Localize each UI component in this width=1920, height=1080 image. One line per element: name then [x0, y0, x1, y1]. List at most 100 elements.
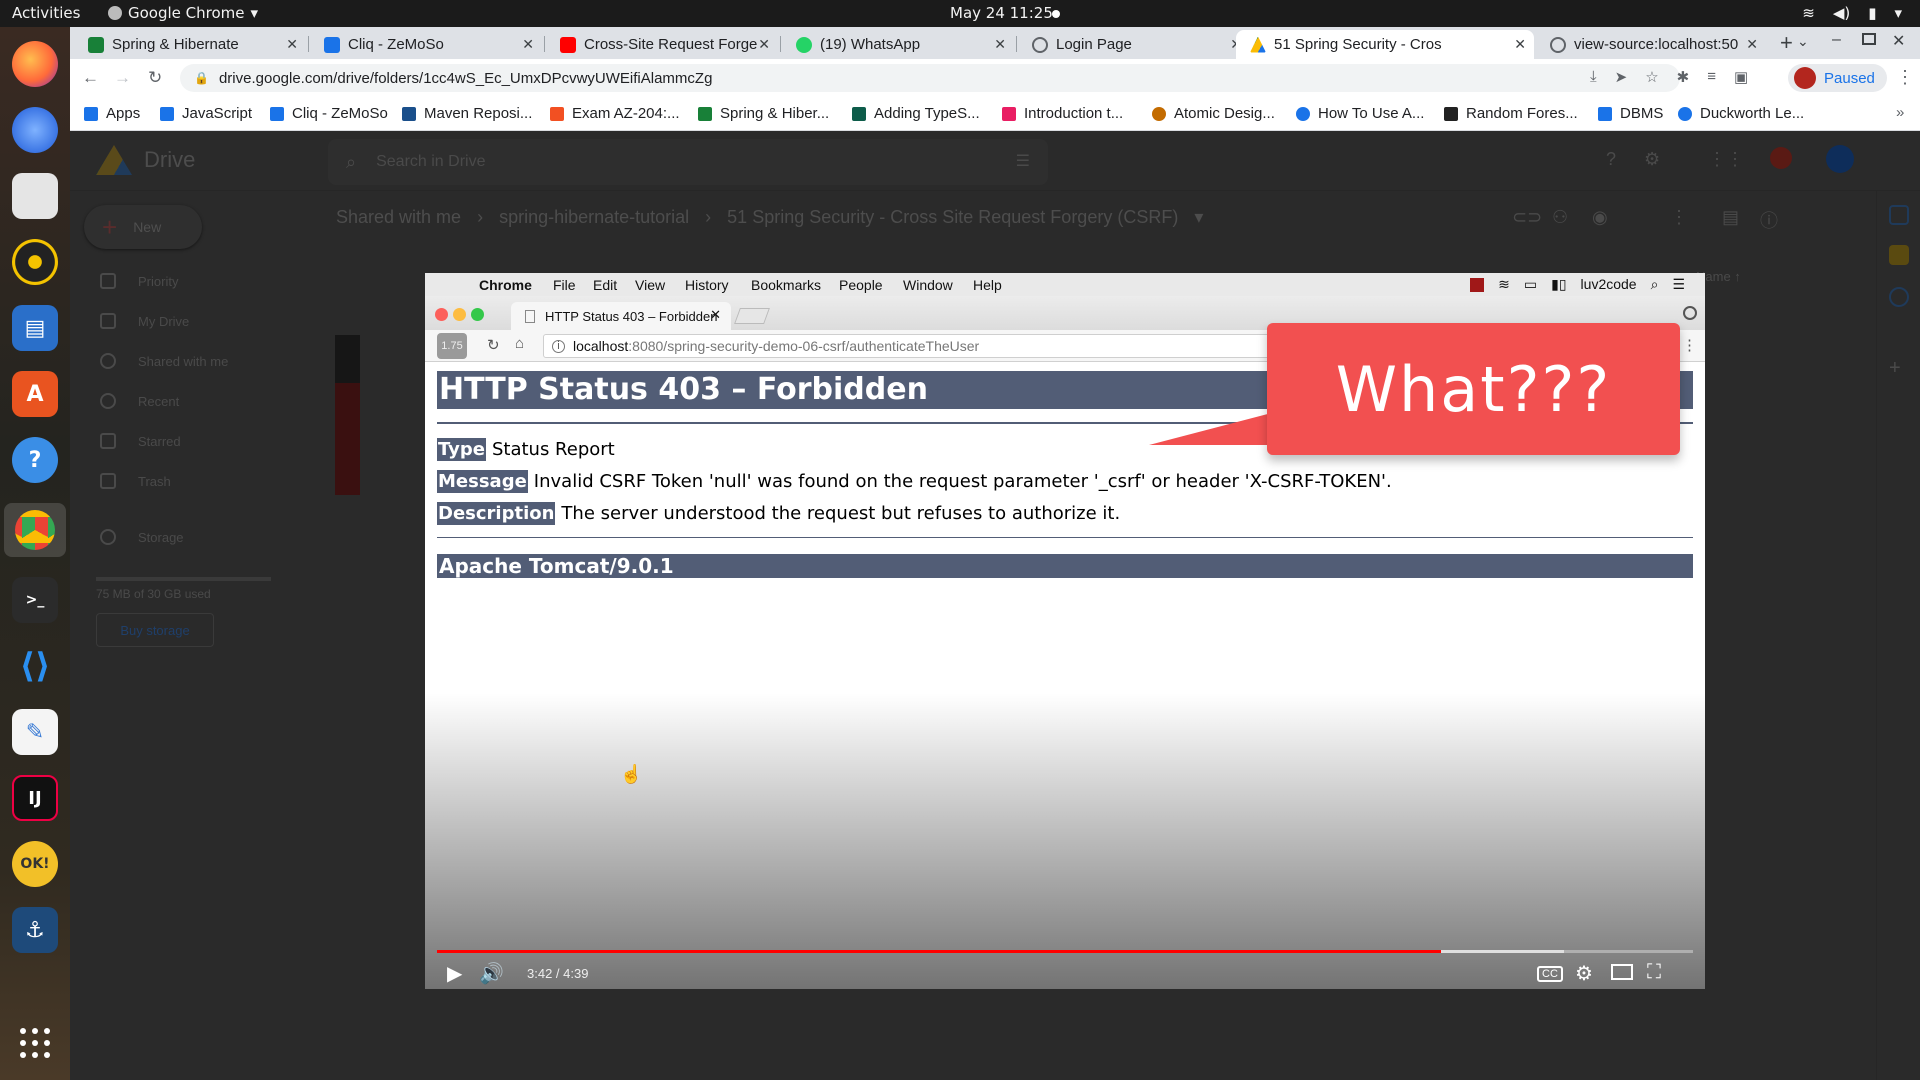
- sidebar-item-storage[interactable]: Storage: [100, 529, 184, 545]
- show-applications-icon[interactable]: [20, 1028, 50, 1058]
- tab-csrf-youtube[interactable]: Cross-Site Request Forge ✕: [546, 30, 778, 59]
- system-tray[interactable]: ≋ ◀) ▮ ▾: [1802, 4, 1902, 22]
- bookmark-duckworth[interactable]: Duckworth Le...: [1678, 105, 1804, 122]
- help-icon[interactable]: ?: [12, 437, 58, 483]
- bookmark-exam[interactable]: Exam AZ-204:...: [550, 105, 680, 122]
- kebab-menu-icon[interactable]: ⋮: [1896, 67, 1914, 88]
- files-icon[interactable]: [12, 173, 58, 219]
- avatar[interactable]: [1826, 145, 1854, 173]
- info-icon[interactable]: ⓘ: [1760, 207, 1778, 233]
- software-icon[interactable]: A: [12, 371, 58, 417]
- list-view-icon[interactable]: ▤: [1722, 207, 1739, 228]
- address-bar[interactable]: 🔒 drive.google.com/drive/folders/1cc4wS_…: [180, 64, 1680, 92]
- close-icon[interactable]: ✕: [994, 36, 1006, 53]
- miniplayer-icon[interactable]: [1611, 964, 1633, 980]
- new-button[interactable]: + New: [84, 205, 202, 249]
- close-icon[interactable]: ✕: [522, 36, 534, 53]
- volume-icon[interactable]: 🔊: [479, 961, 504, 986]
- app-menu[interactable]: Google Chrome ▾: [108, 4, 258, 22]
- calendar-icon[interactable]: [1889, 205, 1909, 225]
- bookmark-typescript[interactable]: Adding TypeS...: [852, 105, 980, 122]
- progress-bar[interactable]: [437, 950, 1693, 953]
- tasks-icon[interactable]: [1889, 287, 1909, 307]
- text-editor-icon[interactable]: ✎: [12, 709, 58, 755]
- close-icon[interactable]: ✕: [1514, 36, 1526, 53]
- thunderbird-icon[interactable]: [12, 107, 58, 153]
- tab-spring-hibernate[interactable]: Spring & Hibernate ✕: [74, 30, 306, 59]
- terminal-icon[interactable]: >_: [12, 577, 58, 623]
- sidebar-item-priority[interactable]: Priority: [100, 273, 178, 289]
- restore-icon[interactable]: [1862, 33, 1876, 45]
- chevron-down-icon[interactable]: ⌄: [1797, 33, 1809, 50]
- bookmark-cliq[interactable]: Cliq - ZeMoSo: [270, 105, 388, 122]
- gear-icon[interactable]: ⚙: [1644, 149, 1660, 170]
- buy-storage-button[interactable]: Buy storage: [96, 613, 214, 647]
- sidebar-item-my-drive[interactable]: My Drive: [100, 313, 189, 329]
- tab-view-source[interactable]: [1466, 30, 1480, 59]
- keep-icon[interactable]: [1889, 245, 1909, 265]
- extensions-icon[interactable]: ✱: [1677, 68, 1690, 86]
- install-icon[interactable]: ⤓: [1590, 68, 1597, 86]
- add-person-icon[interactable]: ⚇: [1552, 207, 1568, 228]
- firefox-icon[interactable]: [12, 41, 58, 87]
- help-icon[interactable]: ?: [1606, 149, 1616, 170]
- chevron-down-icon[interactable]: ▾: [1194, 207, 1203, 228]
- apps-grid-icon[interactable]: ⋮⋮: [1708, 149, 1744, 170]
- tab-cliq[interactable]: Cliq - ZeMoSo ✕: [310, 30, 542, 59]
- side-panel-icon[interactable]: ▣: [1734, 68, 1748, 86]
- more-bookmarks-icon[interactable]: »: [1896, 104, 1904, 121]
- breadcrumb-folder[interactable]: spring-hibernate-tutorial: [499, 207, 689, 228]
- send-icon[interactable]: ➤: [1615, 68, 1628, 86]
- more-vert-icon[interactable]: ⋮: [1670, 207, 1688, 228]
- tab-login-page[interactable]: Login Page ✕: [1018, 30, 1250, 59]
- bookmark-javascript[interactable]: JavaScript: [160, 105, 252, 122]
- profile-button[interactable]: Paused: [1788, 64, 1887, 92]
- close-icon[interactable]: ✕: [758, 36, 770, 53]
- reading-list-icon[interactable]: ≡: [1707, 68, 1716, 86]
- new-tab-button[interactable]: +: [1780, 30, 1793, 56]
- tab-whatsapp[interactable]: (19) WhatsApp ✕: [782, 30, 1014, 59]
- filter-icon[interactable]: ☰: [1016, 151, 1030, 171]
- bookmark-random-forest[interactable]: Random Fores...: [1444, 105, 1578, 122]
- sidebar-item-recent[interactable]: Recent: [100, 393, 179, 409]
- play-icon[interactable]: ▶: [447, 961, 462, 986]
- back-arrow-icon[interactable]: ←: [82, 68, 99, 88]
- drive-logo[interactable]: Drive: [96, 145, 195, 175]
- forward-arrow-icon[interactable]: →: [114, 68, 131, 88]
- video-player[interactable]: Chrome File Edit View History Bookmarks …: [425, 273, 1705, 989]
- vscode-icon[interactable]: ⟨⟩: [12, 643, 58, 689]
- close-icon[interactable]: ✕: [286, 36, 298, 53]
- tab-view-source[interactable]: view-source:localhost:50 ✕: [1536, 30, 1766, 59]
- captions-icon[interactable]: CC: [1537, 966, 1563, 982]
- minimize-icon[interactable]: –: [1832, 31, 1841, 49]
- gear-icon[interactable]: ⚙: [1575, 961, 1593, 986]
- bookmark-apps[interactable]: Apps: [84, 105, 140, 122]
- breadcrumb-shared[interactable]: Shared with me: [336, 207, 461, 228]
- okular-icon[interactable]: OK!: [12, 841, 58, 887]
- clock[interactable]: May 24 11:25: [950, 4, 1053, 22]
- bookmark-spring[interactable]: Spring & Hiber...: [698, 105, 829, 122]
- star-icon[interactable]: ☆: [1645, 68, 1658, 86]
- file-thumbnail[interactable]: [335, 335, 360, 495]
- activities-button[interactable]: Activities: [12, 4, 80, 22]
- add-addon-icon[interactable]: +: [1889, 357, 1909, 379]
- intellij-icon[interactable]: IJ: [12, 775, 58, 821]
- bookmark-introduction[interactable]: Introduction t...: [1002, 105, 1123, 122]
- sidebar-item-trash[interactable]: Trash: [100, 473, 171, 489]
- drive-search-input[interactable]: ⌕ Search in Drive ☰: [328, 139, 1048, 185]
- preview-icon[interactable]: ◉: [1592, 207, 1608, 228]
- bookmark-atomic[interactable]: Atomic Desig...: [1152, 105, 1275, 122]
- tab-drive-active[interactable]: 51 Spring Security - Cros ✕: [1236, 30, 1534, 59]
- rhythmbox-icon[interactable]: [12, 239, 58, 285]
- sidebar-item-starred[interactable]: Starred: [100, 433, 181, 449]
- bookmark-dbms[interactable]: DBMS: [1598, 105, 1663, 122]
- chrome-icon[interactable]: [4, 503, 66, 557]
- sidebar-item-shared[interactable]: Shared with me: [100, 353, 228, 369]
- fullscreen-icon[interactable]: ⛶: [1647, 961, 1661, 984]
- reload-icon[interactable]: ↻: [148, 68, 162, 88]
- bookmark-how-to[interactable]: How To Use A...: [1296, 105, 1424, 122]
- close-window-icon[interactable]: ✕: [1892, 31, 1905, 51]
- writer-icon[interactable]: ▤: [12, 305, 58, 351]
- link-icon[interactable]: ⊂⊃: [1512, 207, 1542, 228]
- bookmark-maven[interactable]: Maven Reposi...: [402, 105, 532, 122]
